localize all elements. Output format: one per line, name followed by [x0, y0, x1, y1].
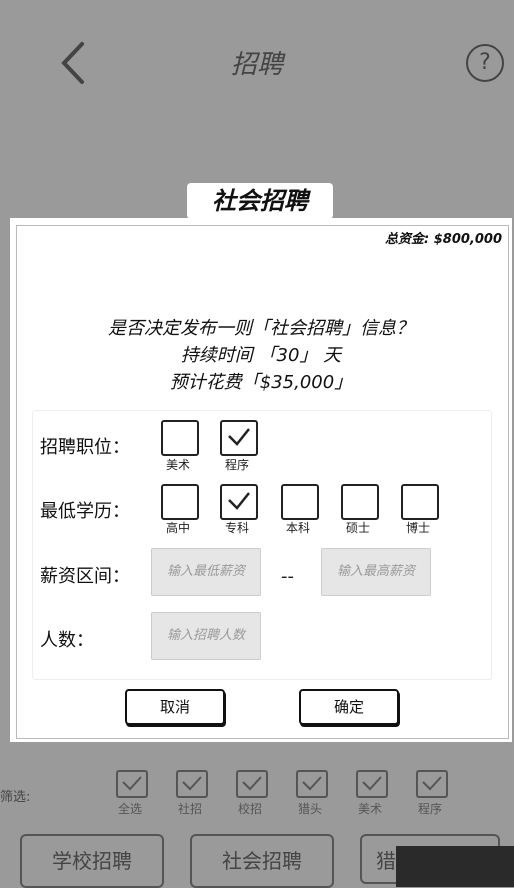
- filter-option-label: 美术: [357, 802, 382, 816]
- position-checkbox-art[interactable]: [161, 420, 199, 456]
- occlusion-block: [396, 846, 514, 887]
- page-title: 招聘: [230, 50, 283, 80]
- tab-school-recruit[interactable]: 学校招聘: [20, 834, 164, 888]
- checkmark-icon: [228, 492, 250, 510]
- position-label: 招聘职位：: [40, 437, 130, 458]
- position-checkbox-program[interactable]: [220, 420, 258, 456]
- cost-text: 预计花费「$35,000」: [169, 372, 353, 393]
- position-label-art: 美术: [165, 458, 190, 472]
- education-label-master: 硕士: [345, 521, 370, 535]
- salary-separator: --: [281, 566, 294, 587]
- help-icon[interactable]: ?: [466, 44, 504, 82]
- total-funds: 总资金: $800,000: [385, 232, 502, 247]
- salary-min-input[interactable]: 输入最低薪资: [151, 548, 261, 596]
- education-label-doctor: 博士: [405, 521, 430, 535]
- education-checkbox-doctor[interactable]: [401, 484, 439, 520]
- duration-text: 持续时间 「30」 天: [180, 345, 342, 366]
- checkmark-icon: [122, 776, 142, 791]
- tab-social-recruit[interactable]: 社会招聘: [190, 834, 334, 888]
- education-label-bachelor: 本科: [285, 521, 310, 535]
- filter-option-label: 社招: [177, 802, 202, 816]
- position-label-program: 程序: [224, 458, 249, 472]
- filter-checkbox-social[interactable]: [176, 770, 208, 798]
- checkmark-icon: [302, 776, 322, 791]
- headcount-input[interactable]: 输入招聘人数: [151, 612, 261, 660]
- confirm-question: 是否决定发布一则「社会招聘」信息？: [108, 318, 414, 339]
- education-checkbox-master[interactable]: [341, 484, 379, 520]
- checkmark-icon: [422, 776, 442, 791]
- education-label: 最低学历：: [40, 501, 130, 522]
- education-checkbox-college[interactable]: [220, 484, 258, 520]
- checkmark-icon: [362, 776, 382, 791]
- filter-checkbox-program[interactable]: [416, 770, 448, 798]
- filter-checkbox-all[interactable]: [116, 770, 148, 798]
- education-label-college: 专科: [224, 521, 249, 535]
- filter-option-label: 猎头: [297, 802, 322, 816]
- headcount-label: 人数：: [40, 630, 94, 651]
- education-label-highschool: 高中: [165, 521, 190, 535]
- filter-option-label: 校招: [237, 802, 262, 816]
- filter-option-label: 程序: [417, 802, 442, 816]
- filter-checkbox-headhunter[interactable]: [296, 770, 328, 798]
- cancel-button[interactable]: 取消: [125, 689, 225, 725]
- checkmark-icon: [182, 776, 202, 791]
- education-checkbox-highschool[interactable]: [161, 484, 199, 520]
- checkmark-icon: [228, 428, 250, 446]
- dialog-title: 社会招聘: [187, 183, 333, 219]
- filter-label: 筛选:: [0, 790, 31, 805]
- salary-max-input[interactable]: 输入最高薪资: [321, 548, 431, 596]
- filter-checkbox-art[interactable]: [356, 770, 388, 798]
- filter-checkbox-campus[interactable]: [236, 770, 268, 798]
- education-checkbox-bachelor[interactable]: [281, 484, 319, 520]
- checkmark-icon: [242, 776, 262, 791]
- confirm-button[interactable]: 确定: [299, 689, 399, 725]
- filter-option-label: 全选: [117, 802, 142, 816]
- salary-label: 薪资区间：: [40, 566, 130, 587]
